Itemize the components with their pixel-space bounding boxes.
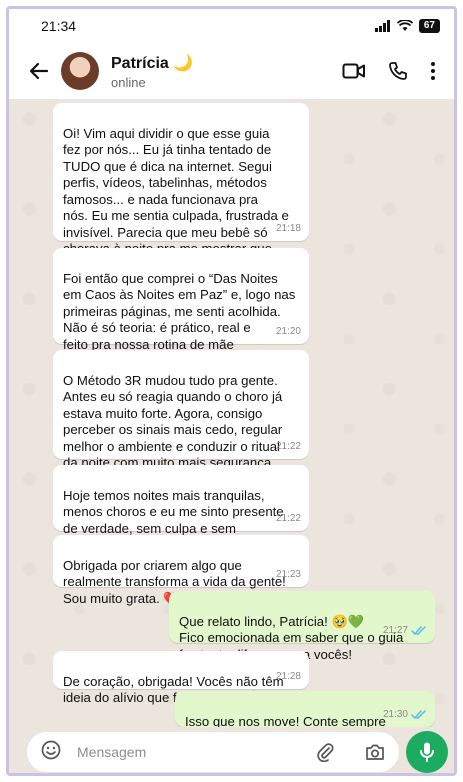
message-time: 21:22 (275, 440, 301, 452)
phone-frame: 21:34 67 Patrícia 🌙 online Oi! Vim aqui … (6, 6, 457, 776)
message-time-status: 21:30 (383, 707, 427, 724)
contact-status: online (111, 74, 146, 90)
message-text: O Método 3R mudou tudo pra gente. Antes … (63, 372, 283, 471)
phone-icon[interactable] (388, 61, 408, 81)
message-time: 21:20 (275, 325, 301, 337)
paperclip-icon[interactable] (315, 742, 335, 762)
contact-name: Patrícia 🌙 (111, 54, 194, 72)
avatar[interactable] (61, 52, 99, 90)
message-bubble-incoming[interactable]: Obrigada por criarem algo que realmente … (53, 535, 309, 606)
header-actions (342, 61, 436, 81)
read-ticks-icon (411, 626, 426, 635)
message-bubble-outgoing[interactable]: Que relato lindo, Patrícia! 🥹💚 Fico emoc… (169, 591, 435, 662)
microphone-icon[interactable] (406, 731, 448, 773)
status-bar: 21:34 67 (9, 9, 454, 43)
message-time: 21:22 (275, 512, 301, 524)
chat-header: Patrícia 🌙 online (9, 43, 454, 99)
message-time: 21:18 (275, 222, 301, 234)
signal-icon (374, 20, 390, 32)
status-icons: 67 (374, 19, 440, 33)
message-composer (9, 727, 454, 773)
read-ticks-icon (411, 710, 426, 719)
message-time: 21:27 (382, 624, 408, 636)
message-time: 21:30 (382, 708, 408, 720)
message-time: 21:23 (275, 568, 301, 580)
arrow-left-icon[interactable] (29, 60, 51, 82)
message-input-container[interactable] (27, 732, 399, 772)
message-time-status: 21:27 (383, 623, 427, 640)
message-bubble-incoming[interactable]: Oi! Vim aqui dividir o que esse guia fez… (53, 103, 309, 273)
video-call-icon[interactable] (342, 62, 366, 80)
more-vert-icon[interactable] (430, 61, 436, 81)
message-bubble-incoming[interactable]: De coração, obrigada! Vocês não têm idei… (53, 651, 309, 705)
message-bubble-outgoing[interactable]: Isso que nos move! Conte sempre com a ge… (175, 691, 435, 745)
chat-area[interactable]: Oi! Vim aqui dividir o que esse guia fez… (9, 99, 454, 745)
message-input[interactable] (77, 744, 315, 760)
status-time: 21:34 (41, 18, 77, 34)
emoji-icon[interactable] (41, 740, 61, 765)
camera-icon[interactable] (365, 743, 385, 761)
battery-icon: 67 (418, 19, 440, 33)
message-bubble-incoming[interactable]: Foi então que comprei o “Das Noites em C… (53, 248, 309, 368)
message-bubble-incoming[interactable]: O Método 3R mudou tudo pra gente. Antes … (53, 350, 309, 470)
wifi-icon (396, 20, 413, 31)
message-bubble-incoming[interactable]: Hoje temos noites mais tranquilas, menos… (53, 465, 309, 552)
contact-info[interactable]: Patrícia 🌙 online (111, 53, 342, 90)
message-time: 21:28 (275, 670, 301, 682)
